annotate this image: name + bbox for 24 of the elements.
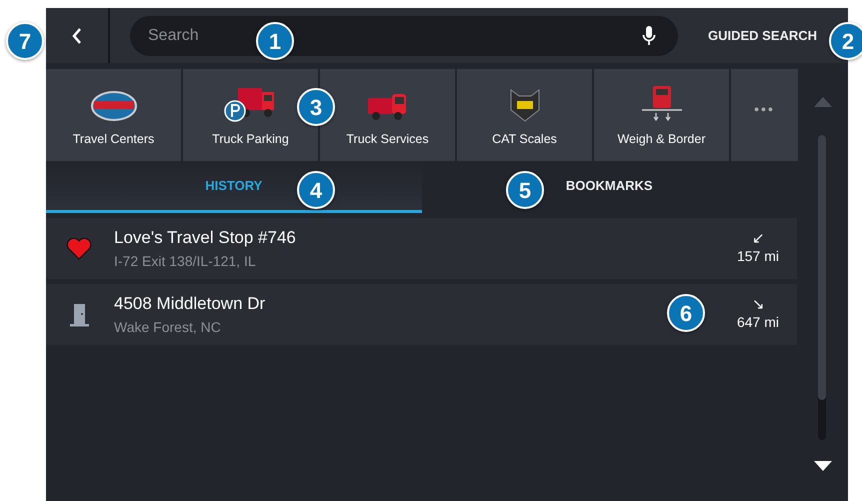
guided-search-button[interactable]: GUIDED SEARCH (708, 26, 818, 46)
place-address: Wake Forest, NC (114, 318, 221, 337)
scroll-up-icon[interactable] (814, 97, 832, 107)
place-address: I-72 Exit 138/IL-121, IL (114, 252, 256, 271)
oval-logo-icon (90, 90, 138, 122)
place-name: Love's Travel Stop #746 (114, 227, 296, 250)
distance: 647 mi (736, 312, 779, 332)
cat-head-icon (508, 88, 540, 122)
distance: 157 mi (736, 246, 779, 266)
category-button[interactable]: Travel Centers (46, 69, 181, 161)
heart-icon (66, 238, 92, 260)
callout-number: 7 (6, 22, 44, 60)
category-button[interactable]: CAT Scales (457, 69, 592, 161)
direction-arrow: ↙ (752, 230, 765, 246)
category-button[interactable]: Truck Services (320, 69, 455, 161)
direction-arrow: ↘ (752, 296, 765, 312)
microphone-icon[interactable] (642, 24, 656, 46)
more-button[interactable]: ••• (731, 69, 798, 161)
scroll-down-icon[interactable] (814, 461, 832, 471)
back-icon (72, 28, 82, 44)
place-name: 4508 Middletown Dr (114, 293, 266, 316)
truck-scale-icon (640, 84, 684, 122)
history-item[interactable]: Love's Travel Stop #746 I-72 Exit 138/IL-121, IL ↙ 157 mi (46, 218, 797, 279)
category-button[interactable]: Weigh & Border (594, 69, 729, 161)
